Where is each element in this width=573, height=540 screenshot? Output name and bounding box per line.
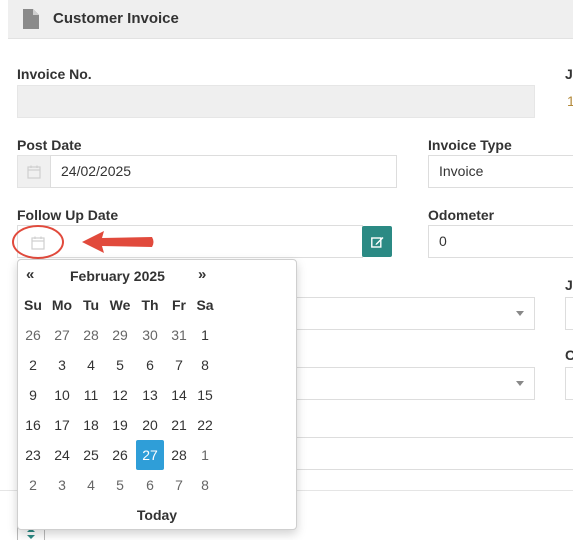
calendar-day[interactable]: 26 [19,320,47,350]
calendar-day[interactable]: 3 [48,350,76,380]
invoice-no-field[interactable] [17,85,535,118]
weekday-header: Sa [196,297,214,313]
calendar-day[interactable]: 4 [77,350,105,380]
calendar-day[interactable]: 8 [191,350,219,380]
calendar-day[interactable]: 6 [136,350,164,380]
page-header: Customer Invoice [8,0,573,39]
calendar-day[interactable]: 26 [106,440,134,470]
right-column-value-1: 1 [567,93,573,109]
calendar-day-selected[interactable]: 27 [136,440,164,470]
highlight-circle [12,225,64,259]
right-column-field-3[interactable] [565,367,573,400]
hidden-field-3[interactable] [280,437,573,470]
calendar-day[interactable]: 30 [136,320,164,350]
follow-up-date-label: Follow Up Date [17,207,119,223]
calendar-day[interactable]: 1 [191,440,219,470]
document-icon [23,9,39,29]
datepicker-popup: « February 2025 » Su Mo Tu We Th Fr Sa 26 27 28 29… [17,259,297,530]
weekday-header: Fr [172,297,186,313]
annotation-arrow-icon [82,231,154,253]
calendar-day[interactable]: 28 [77,320,105,350]
calendar-day[interactable]: 27 [48,320,76,350]
calendar-day[interactable]: 5 [106,350,134,380]
hidden-select-1[interactable] [280,297,535,330]
calendar-day[interactable]: 2 [19,350,47,380]
calendar-day[interactable]: 20 [136,410,164,440]
chevron-down-icon [516,311,524,316]
weekday-header: Mo [51,297,73,313]
calendar-day[interactable]: 28 [165,440,193,470]
follow-up-date-input[interactable] [17,225,363,258]
calendar-day[interactable]: 9 [19,380,47,410]
calendar-day[interactable]: 18 [77,410,105,440]
post-date-calendar-button[interactable] [17,155,51,188]
weekday-header: Tu [82,297,100,313]
post-date-input[interactable]: 24/02/2025 [50,155,397,188]
odometer-label: Odometer [428,207,495,223]
calendar-day[interactable]: 21 [165,410,193,440]
odometer-input[interactable]: 0 [428,225,573,258]
calendar-day[interactable]: 25 [77,440,105,470]
right-column-label-1: J [565,66,573,82]
calendar-day[interactable]: 6 [136,470,164,500]
weekday-header: We [109,297,131,313]
right-column-label-2: J [565,277,573,293]
calendar-day[interactable]: 15 [191,380,219,410]
calendar-day[interactable]: 11 [77,380,105,410]
calendar-day[interactable]: 23 [19,440,47,470]
calendar-day[interactable]: 7 [165,470,193,500]
right-column-field-2[interactable] [565,297,573,330]
right-column-label-3: C [565,347,573,363]
calendar-day[interactable]: 31 [165,320,193,350]
next-month-button[interactable]: » [198,266,206,283]
calendar-day[interactable]: 12 [106,380,134,410]
month-label[interactable]: February 2025 [70,268,165,284]
chevron-down-icon [516,381,524,386]
calendar-day[interactable]: 22 [191,410,219,440]
calendar-day[interactable]: 24 [48,440,76,470]
calendar-day[interactable]: 5 [106,470,134,500]
weekday-header: Su [24,297,42,313]
calendar-day[interactable]: 13 [136,380,164,410]
calendar-day[interactable]: 19 [106,410,134,440]
calendar-day[interactable]: 4 [77,470,105,500]
calendar-day[interactable]: 2 [19,470,47,500]
calendar-day[interactable]: 29 [106,320,134,350]
invoice-type-select[interactable]: Invoice [428,155,573,188]
calendar-day[interactable]: 3 [48,470,76,500]
prev-month-button[interactable]: « [26,266,34,283]
calendar-day[interactable]: 1 [191,320,219,350]
edit-icon [370,236,383,248]
calendar-day[interactable]: 7 [165,350,193,380]
calendar-day[interactable]: 8 [191,470,219,500]
invoice-type-label: Invoice Type [428,137,512,153]
calendar-day[interactable]: 14 [165,380,193,410]
calendar-day[interactable]: 10 [48,380,76,410]
today-button[interactable]: Today [18,507,296,523]
calendar-day[interactable]: 16 [19,410,47,440]
calendar-day[interactable]: 17 [48,410,76,440]
page-title: Customer Invoice [53,10,179,27]
calendar-icon [27,165,41,179]
post-date-label: Post Date [17,137,82,153]
hidden-select-2[interactable] [280,367,535,400]
invoice-no-label: Invoice No. [17,66,92,82]
weekday-header: Th [141,297,159,313]
edit-button[interactable] [362,226,392,257]
